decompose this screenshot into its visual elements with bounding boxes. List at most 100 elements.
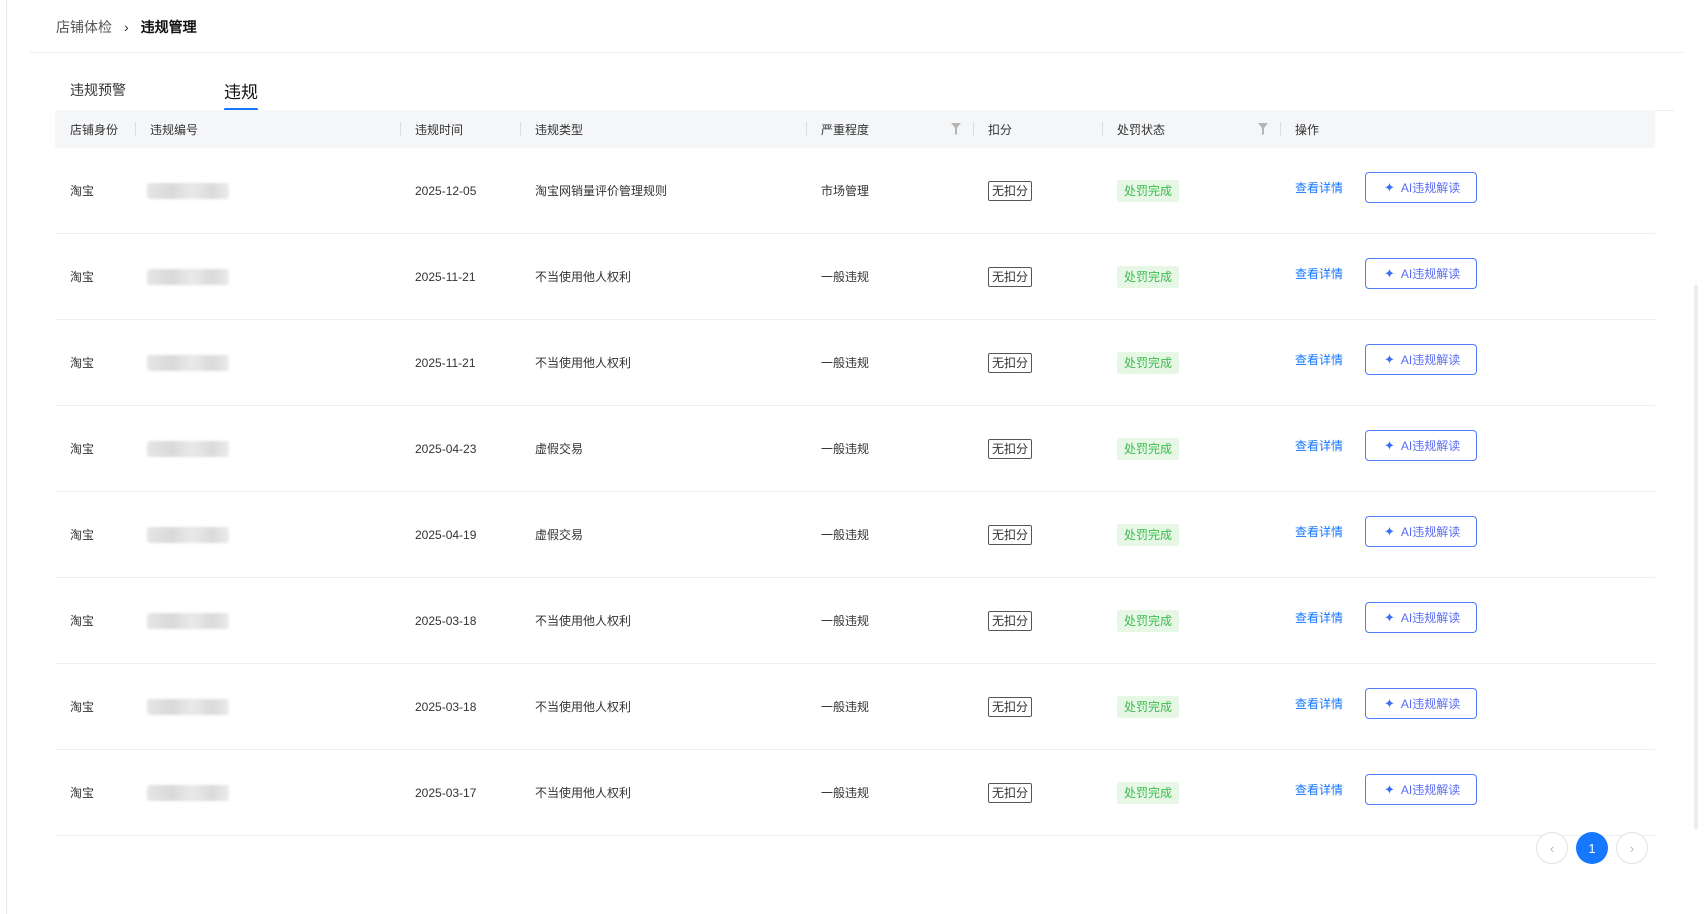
- cell-deduction: 无扣分: [973, 234, 1102, 319]
- ai-violation-interpret-button[interactable]: ✦ AI违规解读: [1365, 258, 1478, 289]
- column-header-severity: 严重程度: [806, 110, 973, 148]
- cell-violation-id: [135, 750, 400, 835]
- ai-button-label: AI违规解读: [1400, 783, 1461, 797]
- ai-button-label: AI违规解读: [1400, 697, 1461, 711]
- breadcrumb: 店铺体检 › 违规管理: [56, 16, 197, 38]
- breadcrumb-item-shop-checkup[interactable]: 店铺体检: [56, 17, 112, 37]
- view-details-link[interactable]: 查看详情: [1295, 695, 1343, 712]
- deduction-tag: 无扣分: [988, 438, 1033, 459]
- chevron-left-icon[interactable]: ‹: [1536, 832, 1568, 864]
- masked-violation-id: [147, 268, 229, 285]
- ai-violation-interpret-button[interactable]: ✦ AI违规解读: [1365, 430, 1478, 461]
- cell-severity: 一般违规: [821, 786, 870, 800]
- pagination: ‹ 1 ›: [1536, 832, 1648, 864]
- deduction-tag: 无扣分: [988, 180, 1033, 201]
- tab-violation-warning[interactable]: 违规预警: [55, 72, 141, 110]
- ai-button-label: AI违规解读: [1400, 439, 1461, 453]
- cell-penalty-status: 处罚完成: [1102, 320, 1280, 405]
- ai-button-label: AI违规解读: [1400, 181, 1461, 195]
- cell-violation-time: 2025-12-05: [415, 183, 477, 198]
- table-row: 淘宝 2025-11-21 不当使用他人权利 一般违规 无扣分 处罚完成 查看详…: [55, 234, 1655, 320]
- chevron-right-icon[interactable]: ›: [1616, 832, 1648, 864]
- cell-deduction: 无扣分: [973, 148, 1102, 233]
- view-details-link[interactable]: 查看详情: [1295, 781, 1343, 798]
- sparkle-icon: ✦: [1384, 265, 1395, 281]
- table-row: 淘宝 2025-03-18 不当使用他人权利 一般违规 无扣分 处罚完成 查看详…: [55, 664, 1655, 750]
- ai-button-label: AI违规解读: [1400, 353, 1461, 367]
- filter-icon[interactable]: [1258, 123, 1268, 135]
- sparkle-icon: ✦: [1384, 351, 1395, 367]
- view-details-link[interactable]: 查看详情: [1295, 351, 1343, 368]
- cell-violation-time: 2025-03-18: [415, 699, 477, 714]
- masked-violation-id: [147, 698, 229, 715]
- cell-penalty-status: 处罚完成: [1102, 578, 1280, 663]
- masked-violation-id: [147, 526, 229, 543]
- cell-violation-type: 不当使用他人权利: [535, 270, 632, 284]
- ai-violation-interpret-button[interactable]: ✦ AI违规解读: [1365, 774, 1478, 805]
- cell-deduction: 无扣分: [973, 750, 1102, 835]
- view-details-link[interactable]: 查看详情: [1295, 523, 1343, 540]
- deduction-tag: 无扣分: [988, 782, 1033, 803]
- cell-violation-id: [135, 234, 400, 319]
- cell-violation-id: [135, 148, 400, 233]
- ai-violation-interpret-button[interactable]: ✦ AI违规解读: [1365, 516, 1478, 547]
- cell-violation-type: 不当使用他人权利: [535, 700, 632, 714]
- cell-violation-time: 2025-11-21: [415, 269, 476, 284]
- cell-deduction: 无扣分: [973, 492, 1102, 577]
- masked-violation-id: [147, 354, 229, 371]
- view-details-link[interactable]: 查看详情: [1295, 179, 1343, 196]
- status-badge: 处罚完成: [1117, 265, 1180, 288]
- cell-violation-type: 不当使用他人权利: [535, 786, 632, 800]
- cell-penalty-status: 处罚完成: [1102, 492, 1280, 577]
- ai-violation-interpret-button[interactable]: ✦ AI违规解读: [1365, 172, 1478, 203]
- deduction-tag: 无扣分: [988, 696, 1033, 717]
- cell-severity: 一般违规: [821, 700, 870, 714]
- scrollbar[interactable]: [1694, 285, 1698, 829]
- column-header-deduction: 扣分: [973, 110, 1102, 148]
- masked-violation-id: [147, 784, 229, 801]
- page-left-border: [6, 0, 7, 914]
- cell-deduction: 无扣分: [973, 406, 1102, 491]
- cell-violation-type: 淘宝网销量评价管理规则: [535, 184, 668, 198]
- tab-bar: 违规预警 违规: [55, 72, 1674, 111]
- cell-shop-identity: 淘宝: [70, 356, 95, 370]
- ai-violation-interpret-button[interactable]: ✦ AI违规解读: [1365, 688, 1478, 719]
- filter-icon[interactable]: [951, 123, 961, 135]
- masked-violation-id: [147, 182, 229, 199]
- column-header-violation-time: 违规时间: [400, 110, 520, 148]
- cell-violation-time: 2025-03-18: [415, 613, 477, 628]
- cell-actions: 查看详情 ✦ AI违规解读: [1280, 148, 1655, 233]
- sparkle-icon: ✦: [1384, 695, 1395, 711]
- cell-severity: 市场管理: [821, 184, 870, 198]
- ai-violation-interpret-button[interactable]: ✦ AI违规解读: [1365, 602, 1478, 633]
- cell-penalty-status: 处罚完成: [1102, 234, 1280, 319]
- cell-violation-time: 2025-11-21: [415, 355, 476, 370]
- view-details-link[interactable]: 查看详情: [1295, 609, 1343, 626]
- cell-shop-identity: 淘宝: [70, 700, 95, 714]
- ai-violation-interpret-button[interactable]: ✦ AI违规解读: [1365, 344, 1478, 375]
- cell-violation-id: [135, 406, 400, 491]
- sparkle-icon: ✦: [1384, 523, 1395, 539]
- cell-violation-type: 虚假交易: [535, 528, 584, 542]
- column-header-penalty-status: 处罚状态: [1102, 110, 1280, 148]
- cell-shop-identity: 淘宝: [70, 184, 95, 198]
- breadcrumb-separator-icon: ›: [124, 19, 129, 35]
- deduction-tag: 无扣分: [988, 266, 1033, 287]
- status-badge: 处罚完成: [1117, 437, 1180, 460]
- cell-deduction: 无扣分: [973, 320, 1102, 405]
- page-number-current[interactable]: 1: [1576, 832, 1608, 864]
- table-row: 淘宝 2025-12-05 淘宝网销量评价管理规则 市场管理 无扣分 处罚完成 …: [55, 148, 1655, 234]
- column-header-severity-label: 严重程度: [821, 122, 870, 137]
- cell-shop-identity: 淘宝: [70, 270, 95, 284]
- view-details-link[interactable]: 查看详情: [1295, 265, 1343, 282]
- ai-button-label: AI违规解读: [1400, 267, 1461, 281]
- table-row: 淘宝 2025-03-17 不当使用他人权利 一般违规 无扣分 处罚完成 查看详…: [55, 750, 1655, 836]
- cell-severity: 一般违规: [821, 442, 870, 456]
- breadcrumb-current: 违规管理: [140, 19, 197, 35]
- deduction-tag: 无扣分: [988, 610, 1033, 631]
- view-details-link[interactable]: 查看详情: [1295, 437, 1343, 454]
- column-header-actions: 操作: [1280, 110, 1655, 148]
- sparkle-icon: ✦: [1384, 437, 1395, 453]
- status-badge: 处罚完成: [1117, 523, 1180, 546]
- tab-violation[interactable]: 违规: [209, 72, 273, 111]
